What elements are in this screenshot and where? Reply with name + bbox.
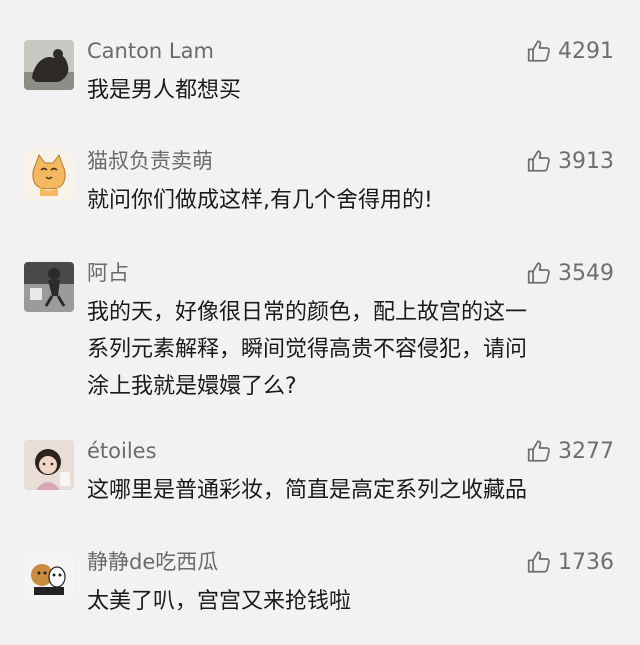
username[interactable]: Canton Lam — [87, 38, 214, 64]
like-count: 3549 — [558, 260, 614, 286]
username[interactable]: 阿占 — [87, 260, 129, 286]
thumbs-up-icon — [527, 150, 550, 172]
like-count: 3913 — [558, 148, 614, 174]
like-count: 1736 — [558, 549, 614, 575]
comment-line: 系列元素解释，瞬间觉得高贵不容侵犯，请问 — [87, 337, 528, 362]
username[interactable]: étoiles — [87, 438, 157, 464]
avatar[interactable] — [24, 262, 74, 312]
thumbs-up-icon — [527, 40, 550, 62]
comment-text: 就问你们做成这样,有几个舍得用的! — [87, 182, 617, 219]
comment-text: 太美了叭，宫宫又来抢钱啦 — [87, 583, 617, 620]
comment-line: 太美了叭，宫宫又来抢钱啦 — [87, 589, 352, 614]
comment-text: 我的天，好像很日常的颜色，配上故宫的这一 系列元素解释，瞬间觉得高贵不容侵犯，请… — [87, 294, 617, 405]
like-button[interactable]: 1736 — [526, 547, 614, 577]
like-count: 3277 — [558, 438, 614, 464]
username[interactable]: 猫叔负责卖萌 — [87, 148, 213, 174]
avatar[interactable] — [24, 440, 74, 490]
comment-line: 我的天，好像很日常的颜色，配上故宫的这一 — [87, 300, 528, 325]
thumbs-up-icon — [527, 551, 550, 573]
like-count: 4291 — [558, 38, 614, 64]
comment-text: 这哪里是普通彩妆，简直是高定系列之收藏品 — [87, 472, 617, 509]
comment-list: Canton Lam 4291 我是男人都想买 猫叔负责卖萌 3913 就问你们… — [0, 0, 640, 645]
comment-text: 我是男人都想买 — [87, 72, 617, 109]
thumbs-up-icon — [527, 440, 550, 462]
like-button[interactable]: 3277 — [526, 436, 614, 466]
like-button[interactable]: 3549 — [526, 258, 614, 288]
avatar[interactable] — [24, 150, 74, 200]
comment-line: 就问你们做成这样,有几个舍得用的! — [87, 188, 433, 213]
comment-line: 涂上我就是嬛嬛了么? — [87, 374, 297, 399]
avatar[interactable] — [24, 551, 74, 601]
like-button[interactable]: 4291 — [526, 36, 614, 66]
username[interactable]: 静静de吃西瓜 — [87, 549, 218, 575]
avatar[interactable] — [24, 40, 74, 90]
like-button[interactable]: 3913 — [526, 146, 614, 176]
thumbs-up-icon — [527, 262, 550, 284]
comment-line: 这哪里是普通彩妆，简直是高定系列之收藏品 — [87, 478, 528, 503]
comment-line: 我是男人都想买 — [87, 78, 242, 103]
